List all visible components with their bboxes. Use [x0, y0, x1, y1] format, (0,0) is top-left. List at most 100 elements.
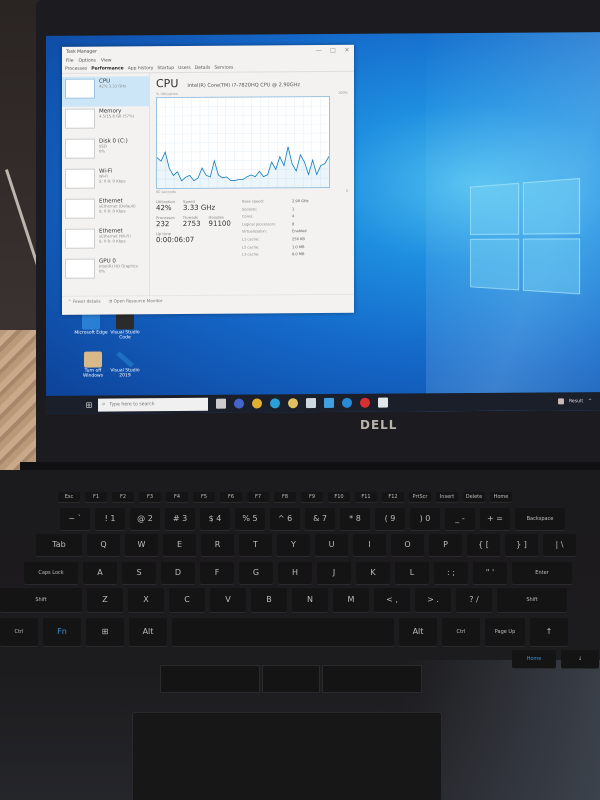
key-n[interactable]: N [292, 588, 328, 612]
chrome-icon[interactable] [252, 398, 262, 409]
key--[interactable]: _ - [445, 508, 475, 530]
key-insert[interactable]: Insert [436, 492, 458, 502]
key--[interactable]: } ] [505, 534, 538, 556]
key-shift[interactable]: Shift [0, 588, 82, 612]
desktop-icon-3[interactable]: Visual Studio 2019 [108, 351, 142, 379]
key-m[interactable]: M [333, 588, 369, 612]
key-f1[interactable]: F1 [85, 492, 107, 502]
app-icon[interactable] [234, 398, 244, 409]
tab-services[interactable]: Services [214, 65, 233, 70]
key-u[interactable]: U [315, 534, 348, 556]
key-e[interactable]: E [163, 534, 196, 556]
key-f10[interactable]: F10 [328, 492, 350, 502]
tab-processes[interactable]: Processes [65, 66, 87, 71]
fewer-details-link[interactable]: ⌃ Fewer details [68, 299, 101, 304]
key-f2[interactable]: F2 [112, 492, 134, 502]
key-w[interactable]: W [125, 534, 158, 556]
key-f9[interactable]: F9 [301, 492, 323, 502]
edge-icon[interactable] [270, 398, 280, 409]
store-icon[interactable] [306, 398, 316, 409]
key-k[interactable]: K [356, 562, 390, 584]
sidebar-item-memory[interactable]: Memory 4.5/15.8 GB (57%) [62, 106, 149, 137]
sidebar-item-ethernet-1[interactable]: Ethernet vEthernet (Default) S: 0 R: 0 K… [62, 196, 149, 227]
key-f8[interactable]: F8 [274, 492, 296, 502]
key-f7[interactable]: F7 [247, 492, 269, 502]
key-prtscr[interactable]: PrtScr [409, 492, 431, 502]
key-win[interactable]: ⊞ [86, 618, 124, 646]
key-l[interactable]: L [395, 562, 429, 584]
menu-file[interactable]: File [66, 58, 74, 63]
key--5[interactable]: % 5 [235, 508, 265, 530]
explorer-icon[interactable] [288, 398, 298, 409]
key-d[interactable]: D [161, 562, 195, 584]
key-f12[interactable]: F12 [382, 492, 404, 502]
task-manager-icon[interactable] [378, 397, 388, 408]
key-f6[interactable]: F6 [220, 492, 242, 502]
tab-startup[interactable]: Startup [157, 66, 174, 71]
sidebar-item-ethernet-2[interactable]: Ethernet vEthernet (Wi-Fi) S: 0 R: 0 Kbp… [62, 226, 149, 257]
sidebar-item-disk[interactable]: Disk 0 (C:) SSD 0% [62, 136, 149, 167]
key-caps-lock[interactable]: Caps Lock [24, 562, 78, 584]
key-b[interactable]: B [251, 588, 287, 612]
key-f4[interactable]: F4 [166, 492, 188, 502]
tab-users[interactable]: Users [178, 65, 191, 70]
tab-performance[interactable]: Performance [91, 66, 124, 71]
tray-app-icon[interactable] [557, 398, 564, 405]
key--[interactable]: + = [480, 508, 510, 530]
key-s[interactable]: S [122, 562, 156, 584]
key-tab[interactable]: Tab [36, 534, 82, 556]
minimize-button[interactable]: — [312, 46, 326, 54]
search-box[interactable]: ⌕ Type here to search [98, 397, 208, 412]
key--9[interactable]: ( 9 [375, 508, 405, 530]
key--[interactable]: " ' [473, 562, 507, 584]
key-alt[interactable]: Alt [399, 618, 437, 646]
key-enter[interactable]: Enter [512, 562, 572, 584]
key-p[interactable]: P [429, 534, 462, 556]
desktop-icon-1[interactable]: Visual Studio Code [108, 313, 142, 341]
key--[interactable]: ↑ [530, 618, 568, 646]
key-home[interactable]: Home [490, 492, 512, 502]
key-f11[interactable]: F11 [355, 492, 377, 502]
key-z[interactable]: Z [87, 588, 123, 612]
start-button[interactable]: ⊞ [82, 396, 96, 414]
sidebar-item-gpu[interactable]: GPU 0 Intel(R) HD Graphics 0% [62, 256, 149, 287]
chevron-up-icon[interactable]: ^ [588, 399, 592, 404]
key--[interactable]: ? / [456, 588, 492, 612]
key-o[interactable]: O [391, 534, 424, 556]
key--[interactable]: ~ ` [60, 508, 90, 530]
key-fn[interactable]: Fn [43, 618, 81, 646]
key-alt[interactable]: Alt [129, 618, 167, 646]
maximize-button[interactable]: □ [326, 46, 340, 53]
mail-icon[interactable] [324, 397, 334, 408]
key--[interactable]: | \ [543, 534, 576, 556]
key-page-up[interactable]: Page Up [485, 618, 525, 646]
close-button[interactable]: ✕ [340, 46, 354, 53]
key-ctrl[interactable]: Ctrl [0, 618, 38, 646]
key--[interactable]: : ; [434, 562, 468, 584]
key--7[interactable]: & 7 [305, 508, 335, 530]
key-g[interactable]: G [239, 562, 273, 584]
task-view-icon[interactable] [216, 398, 226, 409]
sidebar-item-wifi[interactable]: Wi-Fi Wi-Fi S: 0 R: 0 Kbps [62, 166, 149, 197]
key--[interactable]: { [ [467, 534, 500, 556]
middle-click-button[interactable] [262, 665, 320, 693]
key-x[interactable]: X [128, 588, 164, 612]
key-c[interactable]: C [169, 588, 205, 612]
key--2[interactable]: @ 2 [130, 508, 160, 530]
right-click-button[interactable] [322, 665, 422, 693]
key--3[interactable]: # 3 [165, 508, 195, 530]
key--0[interactable]: ) 0 [410, 508, 440, 530]
key-backspace[interactable]: Backspace [515, 508, 565, 530]
opera-icon[interactable] [360, 397, 370, 408]
key-delete[interactable]: Delete [463, 492, 485, 502]
left-click-button[interactable] [160, 665, 260, 693]
tray-text[interactable]: Result [569, 399, 583, 404]
key-v[interactable]: V [210, 588, 246, 612]
key--[interactable]: > . [415, 588, 451, 612]
key--1[interactable]: ! 1 [95, 508, 125, 530]
key-h[interactable]: H [278, 562, 312, 584]
key--4[interactable]: $ 4 [200, 508, 230, 530]
key-home[interactable]: Home [512, 650, 556, 668]
key-i[interactable]: I [353, 534, 386, 556]
open-resource-monitor-link[interactable]: ◔ Open Resource Monitor [109, 298, 163, 303]
